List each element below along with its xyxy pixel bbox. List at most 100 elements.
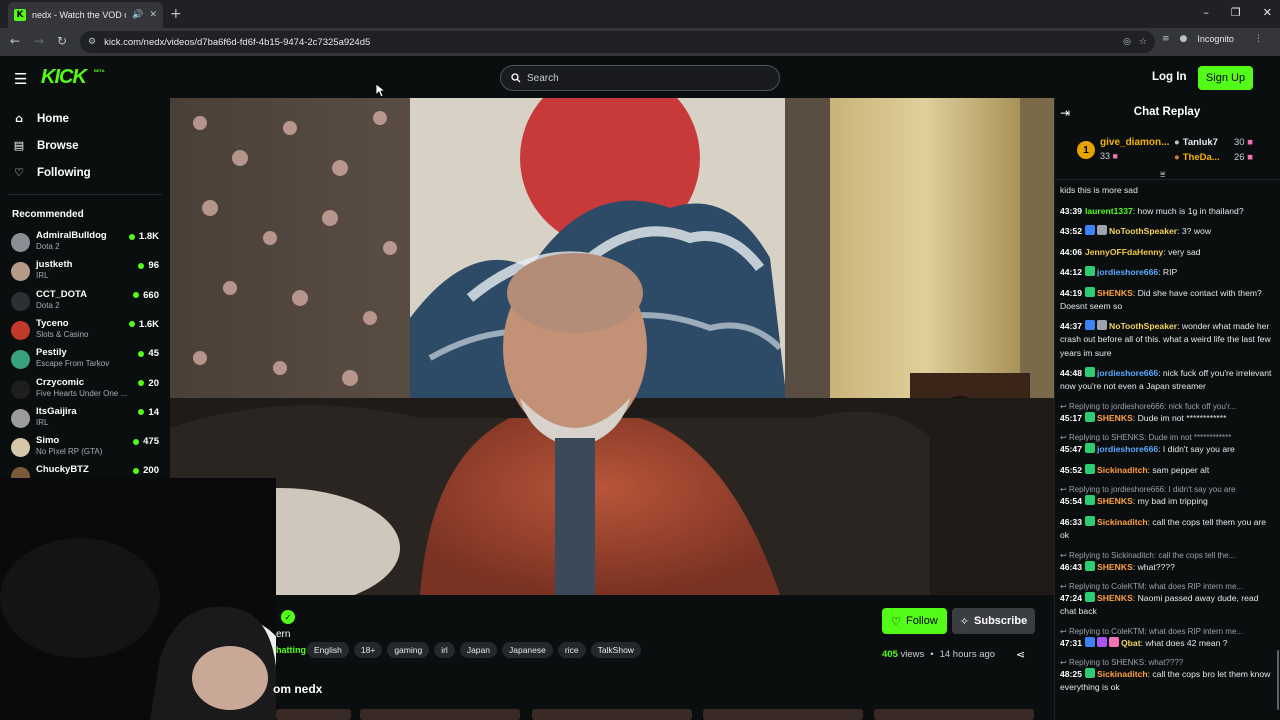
tag-chip[interactable]: rice	[557, 642, 586, 658]
reply-context[interactable]: ↩ Replying to SHENKS: Dude im not ******…	[1060, 432, 1276, 443]
tag-chip[interactable]: Japan	[459, 642, 497, 658]
chat-message: 43:52 NoToothSpeaker: 3? wow	[1060, 225, 1276, 238]
avatar	[11, 262, 30, 282]
message-timestamp: 48:25	[1060, 669, 1082, 680]
tab-search-icon[interactable]: ≡	[1162, 34, 1170, 44]
leader-third-name: TheDa...	[1182, 152, 1220, 163]
video-thumbnail[interactable]	[874, 709, 1034, 720]
sidebar-item-home[interactable]: ⌂ Home	[12, 112, 69, 125]
sidebar-item-browse[interactable]: ▤ Browse	[12, 139, 79, 152]
login-button[interactable]: Log In	[1152, 71, 1187, 83]
kick-logo[interactable]: KICK	[41, 66, 87, 89]
reply-context[interactable]: ↩ Replying to SHENKS: what????	[1060, 657, 1276, 668]
user-badge-icon	[1084, 266, 1095, 276]
share-icon[interactable]: ⋖	[1016, 648, 1025, 661]
chat-username[interactable]: NoToothSpeaker	[1109, 321, 1177, 331]
search-bar[interactable]	[500, 65, 780, 91]
recommended-channel[interactable]: Crzycomic Five Hearts Under One ... 20	[11, 377, 161, 405]
reload-icon[interactable]: ↻	[57, 34, 67, 48]
channel-category: Five Hearts Under One ...	[36, 388, 128, 398]
signup-button[interactable]: Sign Up	[1198, 66, 1253, 90]
message-timestamp: 44:12	[1060, 267, 1082, 277]
search-input[interactable]	[527, 72, 757, 84]
chat-username[interactable]: Sickinaditch	[1097, 465, 1148, 475]
leader-first-name[interactable]: give_diamon...	[1100, 137, 1169, 148]
recommended-channel[interactable]: Simo No Pixel RP (GTA) 475	[11, 435, 161, 463]
user-badge-icon	[1084, 225, 1095, 235]
category-link[interactable]: hatting	[276, 645, 306, 655]
chat-message: ↩ Replying to jordieshore666: nick fuck …	[1060, 401, 1276, 425]
chat-username[interactable]: SHENKS	[1097, 562, 1133, 572]
tag-chip[interactable]: Japanese	[501, 642, 553, 658]
silver-medal-icon: ●	[1174, 137, 1180, 148]
video-thumbnail[interactable]	[532, 709, 692, 720]
recommended-channel[interactable]: ItsGaijira IRL 14	[11, 406, 161, 434]
message-timestamp: 46:43	[1060, 561, 1082, 572]
tag-chip[interactable]: English	[307, 642, 349, 658]
tag-chip[interactable]: irl	[434, 642, 455, 658]
eye-off-icon[interactable]: ◎	[1123, 37, 1131, 47]
chat-username[interactable]: SHENKS	[1097, 496, 1133, 506]
recommended-heading: Recommended	[12, 209, 84, 220]
chat-scrollbar[interactable]	[1277, 650, 1279, 710]
pin-toggle-icon[interactable]: ⩸	[1160, 170, 1165, 180]
browser-menu-icon[interactable]: ⋮	[1254, 34, 1263, 44]
tag-chip[interactable]: TalkShow	[590, 642, 641, 658]
window-close-icon[interactable]: ✕	[1263, 6, 1272, 19]
site-info-icon[interactable]: ⚙	[88, 37, 96, 47]
sidebar-item-following[interactable]: ♡ Following	[12, 166, 91, 179]
user-badge-icon	[1084, 286, 1095, 297]
chat-username[interactable]: SHENKS	[1097, 413, 1133, 423]
minimize-icon[interactable]: –	[1203, 6, 1209, 19]
subscribe-button[interactable]: ✧ Subscribe	[952, 608, 1035, 634]
video-player[interactable]	[170, 98, 1054, 595]
reply-context[interactable]: ↩ Replying to Sickinaditch: call the cop…	[1060, 550, 1276, 561]
recommended-channel[interactable]: AdmiralBulldog Dota 2 1.8K	[11, 230, 161, 258]
chat-username[interactable]: Qbat	[1121, 638, 1141, 648]
tag-chip[interactable]: 18+	[353, 642, 383, 658]
maximize-icon[interactable]: ❐	[1231, 6, 1241, 19]
message-text: : RIP	[1158, 267, 1178, 277]
bronze-medal-icon: ●	[1174, 152, 1180, 163]
collapse-chat-icon[interactable]: ⇥	[1060, 106, 1070, 120]
leader-third[interactable]: ● TheDa... 26 ■	[1174, 152, 1274, 163]
reply-context[interactable]: ↩ Replying to jordieshore666: nick fuck …	[1060, 401, 1276, 412]
browser-tab[interactable]: K nedx - Watch the VOD on Kick 🔊 ✕	[8, 2, 163, 28]
recommended-channel[interactable]: Tyceno Slots & Casino 1.6K	[11, 318, 161, 346]
reply-context[interactable]: ↩ Replying to ColeKTM: what does RIP int…	[1060, 581, 1276, 592]
address-bar[interactable]: ⚙ kick.com/nedx/videos/d7ba6f6d-fd6f-4b1…	[80, 31, 1155, 53]
recommended-channel[interactable]: justketh IRL 96	[11, 259, 161, 287]
subscribe-label: Subscribe	[974, 615, 1028, 627]
video-thumbnail[interactable]	[360, 709, 520, 720]
live-indicator-icon	[138, 380, 145, 386]
bookmark-star-icon[interactable]: ☆	[1139, 37, 1147, 47]
chat-username[interactable]: JennyOFFdaHenny	[1085, 247, 1163, 257]
recommended-channel[interactable]: CCT_DOTA Dota 2 660	[11, 289, 161, 317]
chat-username[interactable]: jordieshore666	[1097, 368, 1158, 378]
recommended-channel[interactable]: Pestily Escape From Tarkov 45	[11, 347, 161, 375]
chat-username[interactable]: laurent1337	[1085, 206, 1133, 216]
reply-context[interactable]: ↩ Replying to ColeKTM: what does RIP int…	[1060, 626, 1276, 637]
menu-icon[interactable]: ☰	[14, 70, 27, 88]
chat-username[interactable]: jordieshore666	[1097, 267, 1158, 277]
follow-button[interactable]: ♡ Follow	[882, 608, 947, 634]
search-icon	[511, 73, 521, 83]
forward-icon[interactable]: →	[34, 34, 44, 48]
reply-context[interactable]: ↩ Replying to jordieshore666: I didn't s…	[1060, 484, 1276, 495]
tab-close-icon[interactable]: ✕	[149, 10, 157, 20]
video-thumbnail[interactable]	[703, 709, 863, 720]
tag-chip[interactable]: gaming	[387, 642, 430, 658]
chat-username[interactable]: Sickinaditch	[1097, 517, 1148, 527]
live-indicator-icon	[138, 262, 145, 269]
speaker-icon[interactable]: 🔊	[132, 10, 143, 20]
video-thumbnail[interactable]	[276, 709, 351, 720]
chat-username[interactable]: SHENKS	[1097, 593, 1133, 603]
chat-username[interactable]: NoToothSpeaker	[1109, 226, 1177, 236]
chat-username[interactable]: SHENKS	[1097, 288, 1133, 298]
chat-username[interactable]: Sickinaditch	[1097, 669, 1148, 679]
chat-username[interactable]: jordieshore666	[1097, 444, 1158, 454]
video-frame	[170, 98, 1054, 595]
new-tab-icon[interactable]: +	[170, 6, 182, 22]
leader-second[interactable]: ● Tanluk7 30 ■	[1174, 137, 1274, 148]
back-icon[interactable]: ←	[10, 34, 20, 48]
